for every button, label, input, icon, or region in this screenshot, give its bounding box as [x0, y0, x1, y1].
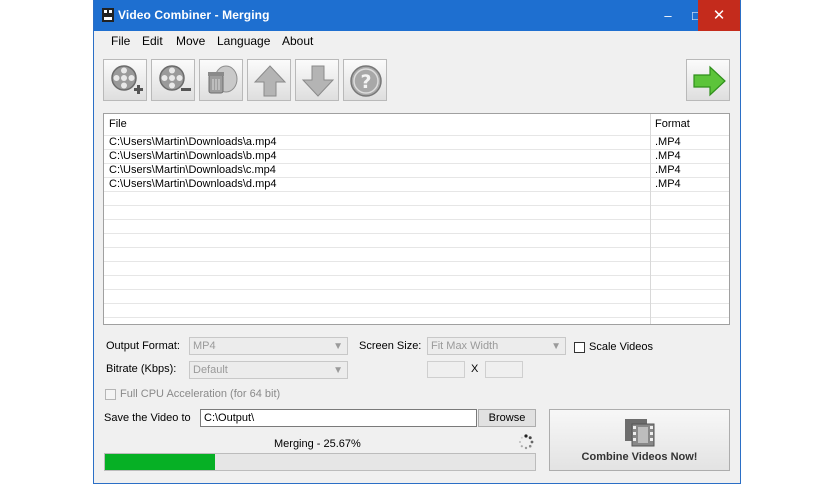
format-cell: .MP4	[655, 178, 681, 190]
format-cell: .MP4	[655, 136, 681, 148]
app-window: Video Combiner - Merging – □ ✕ File Edit…	[93, 0, 741, 484]
dimension-separator: X	[471, 363, 479, 375]
screen-size-label: Screen Size:	[359, 340, 422, 352]
minimize-button[interactable]: –	[654, 0, 682, 31]
svg-text:?: ?	[360, 71, 371, 93]
progress-fill	[105, 454, 216, 470]
combine-videos-button[interactable]: Combine Videos Now!	[549, 409, 730, 471]
menu-edit[interactable]: Edit	[142, 34, 163, 48]
clear-list-button[interactable]	[199, 59, 243, 101]
table-row[interactable]: C:\Users\Martin\Downloads\d.mp4 .MP4	[104, 177, 729, 191]
column-header-file[interactable]: File	[109, 118, 127, 130]
toolbar: ?	[94, 56, 740, 104]
close-button[interactable]: ✕	[698, 0, 740, 31]
chevron-down-icon: ▼	[333, 341, 343, 352]
format-cell: .MP4	[655, 164, 681, 176]
chevron-down-icon: ▼	[333, 365, 343, 376]
arrow-right-icon	[693, 65, 726, 97]
width-input[interactable]	[427, 361, 465, 378]
help-button[interactable]: ?	[343, 59, 387, 101]
add-video-button[interactable]	[103, 59, 147, 101]
bitrate-select[interactable]: Default ▼	[189, 361, 348, 379]
screen-size-value: Fit Max Width	[431, 340, 499, 352]
cpu-acceleration-checkbox[interactable]	[105, 389, 116, 400]
move-down-button[interactable]	[295, 59, 339, 101]
window-title: Video Combiner - Merging	[118, 8, 270, 22]
trash-icon	[208, 65, 238, 94]
scale-videos-checkbox[interactable]	[574, 342, 585, 353]
output-path-input[interactable]: C:\Output\	[200, 409, 477, 427]
film-strip-icon	[625, 419, 655, 447]
start-button[interactable]	[686, 59, 730, 101]
chevron-down-icon: ▼	[551, 341, 561, 352]
scale-videos-label[interactable]: Scale Videos	[589, 341, 653, 353]
output-format-value: MP4	[193, 340, 216, 352]
file-path-cell: C:\Users\Martin\Downloads\d.mp4	[109, 178, 277, 190]
help-icon: ?	[350, 65, 382, 97]
output-format-label: Output Format:	[106, 340, 180, 352]
file-path-cell: C:\Users\Martin\Downloads\a.mp4	[109, 136, 277, 148]
menu-about[interactable]: About	[282, 34, 313, 48]
cpu-acceleration-label: Full CPU Acceleration (for 64 bit)	[120, 388, 281, 400]
loading-spinner-icon	[519, 434, 534, 450]
film-reel-remove-icon	[159, 65, 191, 91]
bitrate-value: Default	[193, 364, 228, 376]
status-text: Merging - 25.67%	[274, 438, 361, 450]
browse-button[interactable]: Browse	[478, 409, 536, 427]
height-input[interactable]	[485, 361, 523, 378]
arrow-down-icon	[301, 65, 335, 97]
film-clapper-icon	[102, 8, 114, 22]
format-cell: .MP4	[655, 150, 681, 162]
menu-move[interactable]: Move	[176, 34, 205, 48]
arrow-up-icon	[253, 65, 287, 97]
move-up-button[interactable]	[247, 59, 291, 101]
table-row[interactable]: C:\Users\Martin\Downloads\b.mp4 .MP4	[104, 149, 729, 163]
film-reel-add-icon	[111, 65, 143, 94]
title-bar: Video Combiner - Merging – □ ✕	[94, 0, 740, 31]
menu-file[interactable]: File	[111, 34, 130, 48]
file-path-cell: C:\Users\Martin\Downloads\b.mp4	[109, 150, 277, 162]
merge-progress-bar	[104, 453, 536, 471]
output-format-select[interactable]: MP4 ▼	[189, 337, 348, 355]
menu-language[interactable]: Language	[217, 34, 270, 48]
table-row[interactable]: C:\Users\Martin\Downloads\a.mp4 .MP4	[104, 135, 729, 149]
menu-bar: File Edit Move Language About	[94, 31, 740, 51]
bitrate-label: Bitrate (Kbps):	[106, 363, 177, 375]
combine-button-label: Combine Videos Now!	[581, 451, 698, 463]
save-location-label: Save the Video to	[104, 412, 191, 424]
column-header-format[interactable]: Format	[655, 118, 690, 130]
screen-size-select[interactable]: Fit Max Width ▼	[427, 337, 566, 355]
file-path-cell: C:\Users\Martin\Downloads\c.mp4	[109, 164, 276, 176]
file-list-table[interactable]: File Format C:\Users\Martin\Downloads\a.…	[103, 113, 730, 325]
table-row[interactable]: C:\Users\Martin\Downloads\c.mp4 .MP4	[104, 163, 729, 177]
remove-video-button[interactable]	[151, 59, 195, 101]
